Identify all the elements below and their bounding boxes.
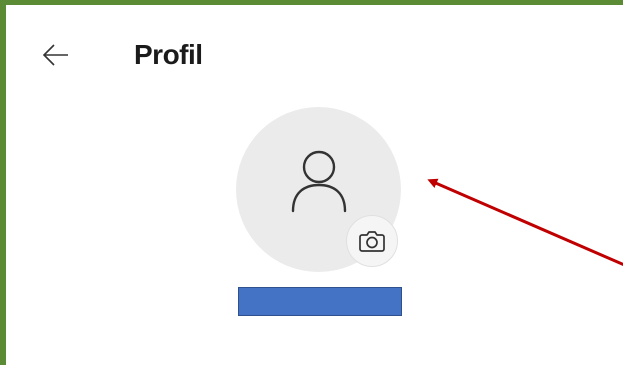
annotation-arrow-icon (427, 178, 623, 267)
screenshot-frame: Profil (0, 0, 623, 365)
